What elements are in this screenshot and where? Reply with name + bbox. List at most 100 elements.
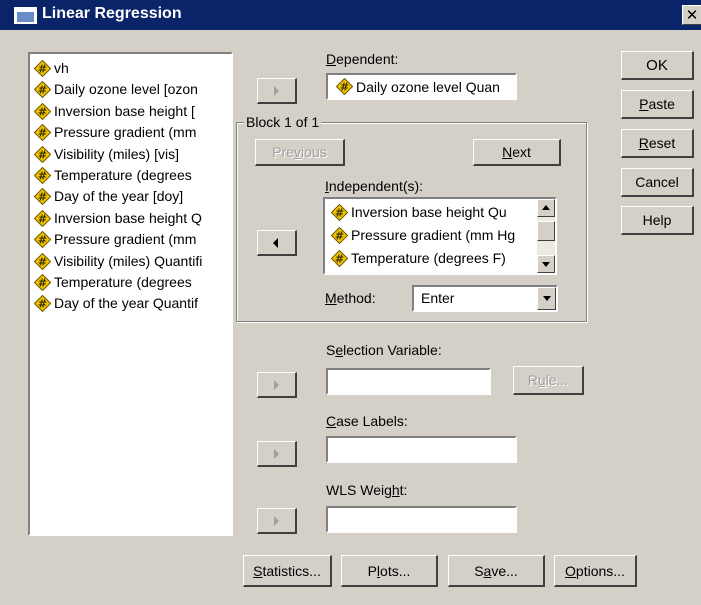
scale-variable-icon: # — [331, 204, 348, 221]
title-bar[interactable]: Linear Regression ✕ — [0, 0, 701, 30]
svg-text:#: # — [38, 298, 47, 311]
move-to-dependent-button[interactable] — [257, 78, 297, 104]
variable-label: Daily ozone level [ozon — [54, 81, 198, 98]
svg-text:#: # — [38, 84, 47, 97]
move-to-selection-variable-button[interactable] — [257, 372, 297, 398]
independent-list-item[interactable]: # Pressure gradient (mm Hg — [331, 225, 515, 246]
variable-label: Visibility (miles) Quantifi — [54, 252, 203, 269]
source-variable-list[interactable]: # vh # Daily ozone level [ozon # Inversion ba… — [28, 52, 233, 536]
method-combobox[interactable]: Enter — [412, 285, 558, 312]
variable-label: Temperature (degrees — [54, 167, 192, 183]
scroll-down-button[interactable] — [537, 255, 555, 273]
scale-variable-icon: # — [34, 188, 51, 206]
ok-button[interactable]: OK — [621, 51, 694, 80]
variable-list-item[interactable]: # Temperature (degrees — [34, 165, 192, 186]
selection-variable-field[interactable] — [326, 368, 491, 395]
move-to-case-labels-button[interactable] — [257, 441, 297, 467]
variable-list-item[interactable]: # Pressure gradient (mm — [34, 229, 196, 250]
variable-label: Pressure gradient (mm — [54, 124, 197, 141]
save-button[interactable]: Save... — [448, 555, 545, 587]
variable-list-item[interactable]: # Inversion base height Q — [34, 208, 202, 229]
variable-label: vh — [54, 60, 69, 76]
variable-label: Day of the year Quantif — [54, 295, 198, 312]
scale-variable-icon: # — [34, 124, 51, 142]
statistics-button[interactable]: Statistics... — [243, 555, 332, 587]
scale-variable-icon: # — [34, 60, 51, 77]
window-title: Linear Regression — [42, 5, 182, 22]
independents-scrollbar[interactable] — [537, 199, 555, 273]
svg-text:#: # — [38, 105, 47, 118]
case-labels-field[interactable] — [326, 436, 517, 463]
block-title: Block 1 of 1 — [244, 114, 322, 130]
independent-label: Inversion base height Qu — [351, 204, 507, 220]
variable-label: Visibility (miles) [vis] — [54, 145, 179, 162]
scroll-thumb[interactable] — [537, 221, 555, 241]
scale-variable-icon: # — [34, 252, 51, 270]
cancel-button[interactable]: Cancel — [621, 168, 694, 197]
scale-variable-icon: # — [34, 274, 51, 291]
rule-button[interactable]: Rule... — [513, 366, 584, 395]
window-icon — [14, 7, 37, 24]
variable-list-item[interactable]: # Temperature (degrees — [34, 272, 192, 293]
reset-button[interactable]: Reset — [621, 129, 694, 158]
paste-button[interactable]: Paste — [621, 90, 694, 119]
move-to-wls-weight-button[interactable] — [257, 508, 297, 534]
variable-list-item[interactable]: # Day of the year Quantif — [34, 293, 198, 314]
svg-text:#: # — [335, 230, 344, 243]
next-button[interactable]: Next — [473, 139, 561, 166]
scale-variable-icon: # — [34, 209, 51, 227]
wls-weight-field[interactable] — [326, 506, 517, 533]
selection-variable-label: Selection Variable: — [326, 342, 442, 358]
variable-list-item[interactable]: # vh — [34, 58, 69, 79]
method-dropdown-button[interactable] — [537, 287, 556, 310]
svg-text:#: # — [38, 277, 47, 290]
independent-list-item[interactable]: # Inversion base height Qu — [331, 202, 507, 223]
variable-list-item[interactable]: # Pressure gradient (mm — [34, 122, 196, 143]
case-labels-label: Case Labels: — [326, 413, 408, 429]
svg-text:#: # — [335, 253, 344, 266]
independent-list-item[interactable]: # Temperature (degrees F) — [331, 248, 506, 269]
independents-list[interactable]: # Inversion base height Qu # Pressure gradi… — [323, 197, 557, 275]
scroll-up-button[interactable] — [537, 199, 555, 217]
variable-list-item[interactable]: # Visibility (miles) [vis] — [34, 144, 179, 165]
move-to-independents-button[interactable] — [257, 230, 297, 256]
variable-label: Temperature (degrees — [54, 274, 192, 290]
variable-list-item[interactable]: # Inversion base height [ — [34, 101, 195, 122]
plots-button[interactable]: Plots... — [341, 555, 438, 587]
svg-text:#: # — [38, 127, 47, 140]
variable-list-item[interactable]: # Visibility (miles) Quantifi — [34, 251, 202, 272]
method-value: Enter — [421, 290, 455, 306]
scale-variable-icon: # — [34, 81, 51, 99]
scale-variable-icon: # — [331, 250, 348, 267]
scale-variable-icon: # — [336, 78, 353, 95]
scale-variable-icon: # — [34, 167, 51, 184]
svg-text:#: # — [38, 148, 47, 161]
close-button[interactable]: ✕ — [682, 5, 701, 25]
svg-text:#: # — [335, 207, 344, 220]
variable-label: Inversion base height Q — [54, 209, 202, 226]
dependent-field[interactable]: # Daily ozone level Quan — [326, 73, 517, 100]
scale-variable-icon: # — [34, 295, 51, 313]
options-button[interactable]: Options... — [554, 555, 637, 587]
svg-text:#: # — [38, 234, 47, 247]
svg-text:#: # — [38, 170, 47, 183]
variable-label: Day of the year [doy] — [54, 188, 184, 205]
variable-label: Pressure gradient (mm — [54, 231, 197, 248]
independents-label: Independent(s): — [325, 178, 424, 194]
previous-button[interactable]: Previous — [255, 139, 345, 166]
linear-regression-dialog: Linear Regression ✕ # vh # Daily ozone leve… — [0, 0, 701, 605]
independent-label: Pressure gradient (mm Hg — [351, 227, 516, 243]
svg-text:#: # — [38, 255, 47, 268]
svg-text:#: # — [38, 191, 47, 204]
dependent-value: Daily ozone level Quan — [356, 78, 500, 95]
svg-text:#: # — [38, 63, 47, 76]
wls-weight-label: WLS Weight: — [326, 482, 408, 498]
dependent-label: Dependent: — [326, 51, 399, 67]
scale-variable-icon: # — [331, 227, 348, 244]
scale-variable-icon: # — [34, 102, 51, 120]
variable-list-item[interactable]: # Daily ozone level [ozon — [34, 79, 198, 100]
method-label: Method: — [325, 290, 376, 306]
help-button[interactable]: Help — [621, 206, 694, 235]
svg-text:#: # — [340, 81, 349, 94]
variable-list-item[interactable]: # Day of the year [doy] — [34, 186, 183, 207]
